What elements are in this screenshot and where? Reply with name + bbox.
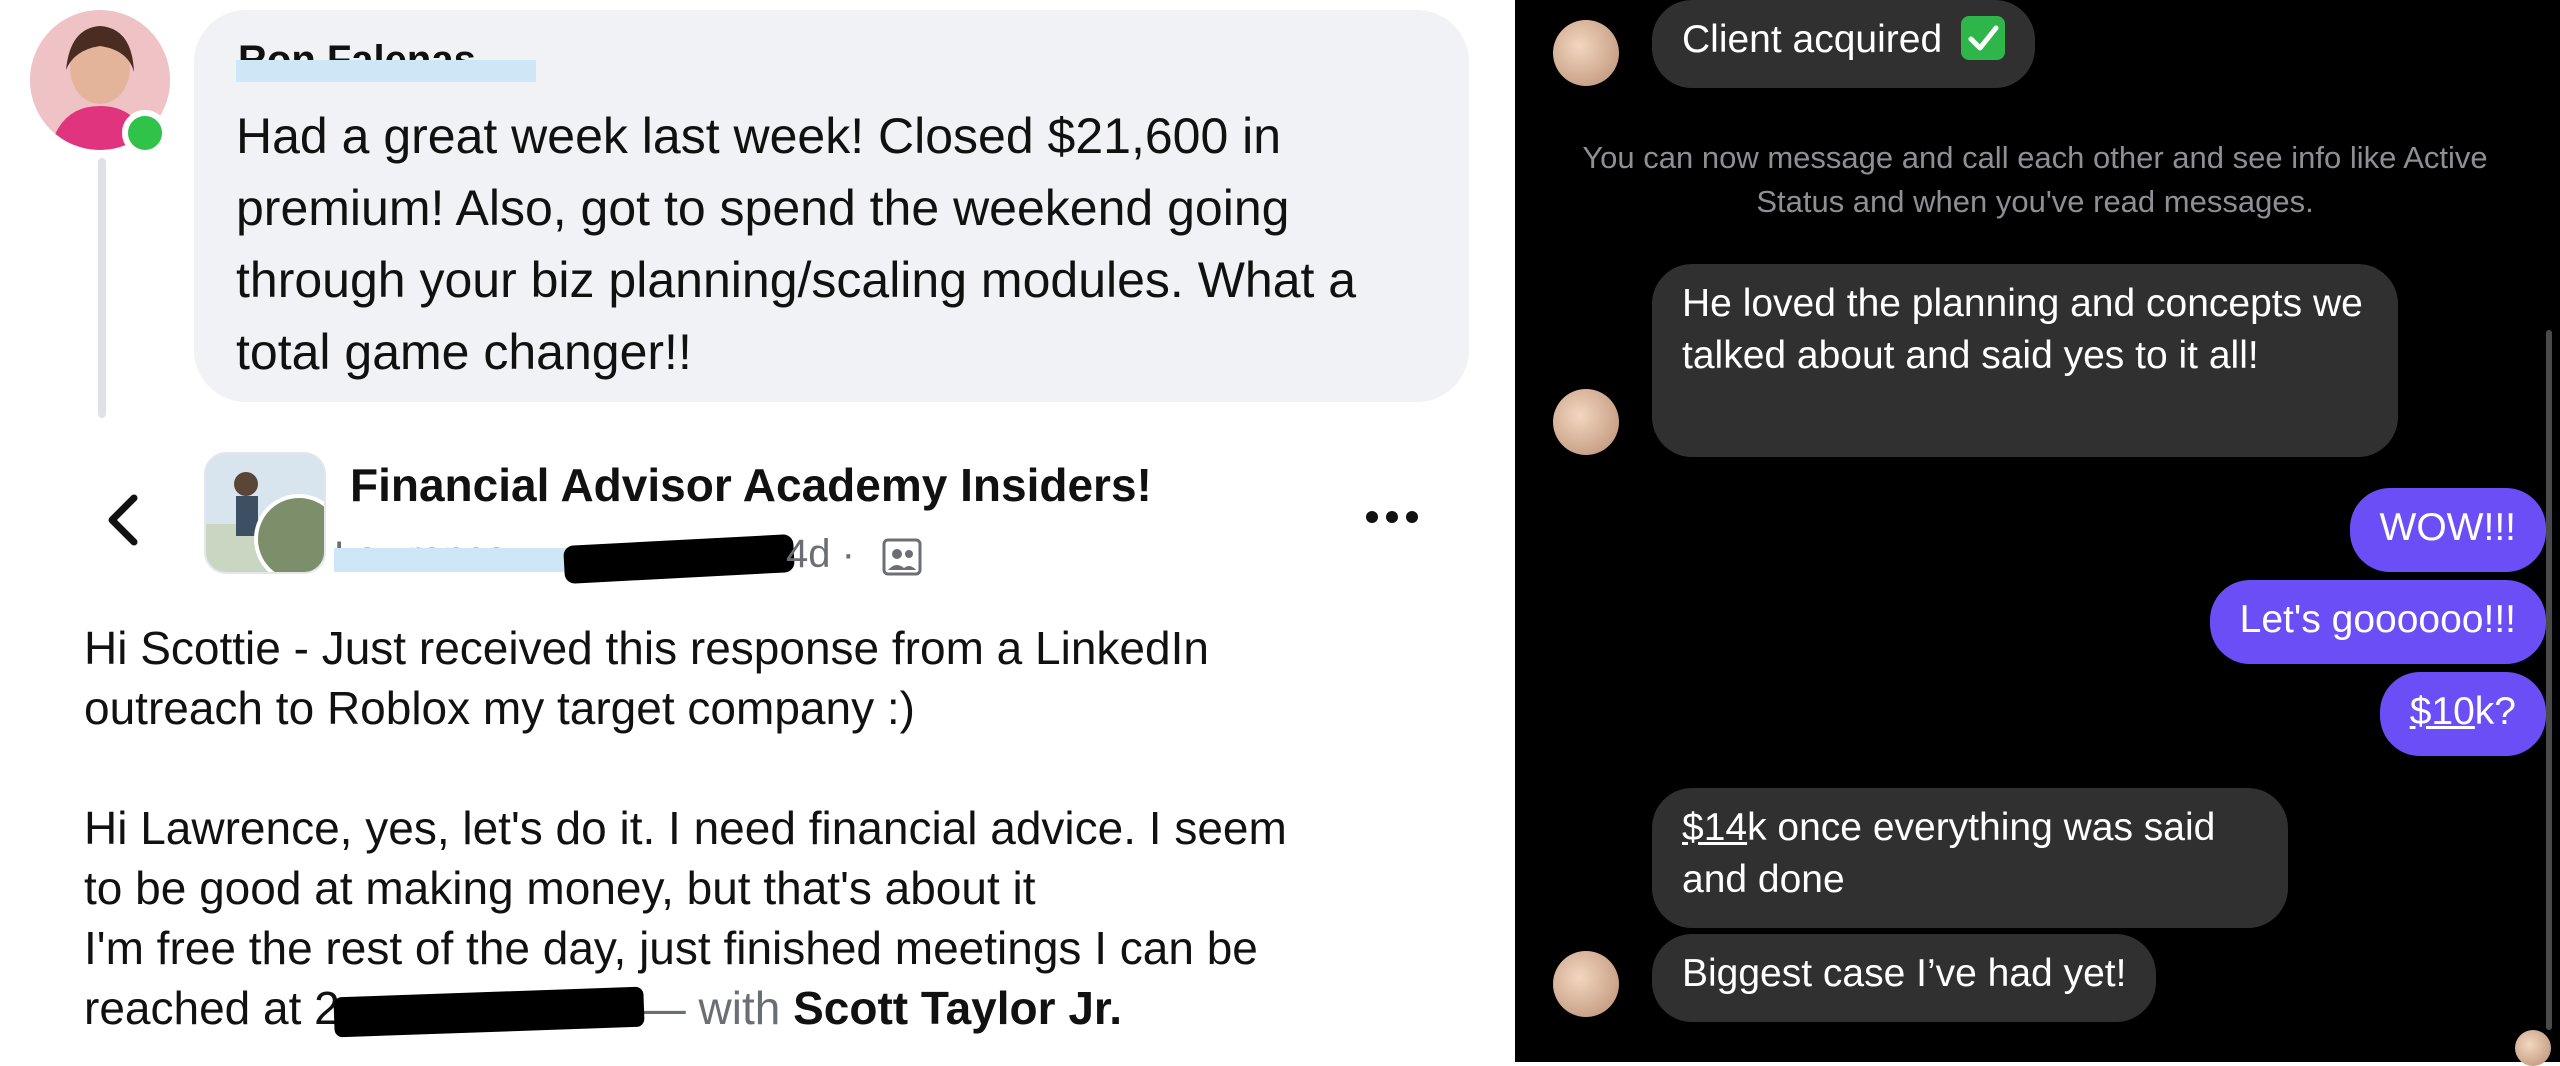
post-meta: Lawrence 4d · [334,528,974,584]
post-line-last: reached at 2 — with Scott Taylor Jr. [84,978,1484,1038]
group-name[interactable]: Financial Advisor Academy Insiders! [350,458,1152,512]
back-arrow-icon[interactable] [96,492,152,548]
message-bubble-outgoing[interactable]: Let's goooooo!!! [2209,580,2546,664]
post-line: outreach to Roblox my target company :) [84,682,915,734]
system-notice: You can now message and call each other … [1582,140,2488,219]
more-options-icon[interactable] [1362,506,1422,528]
message-text: Biggest case I’ve had yet! [1682,952,2127,995]
online-status-icon [122,110,168,156]
tagged-user[interactable]: Scott Taylor Jr. [793,982,1122,1034]
post-line: to be good at making money, but that's a… [84,862,1036,914]
with-text: — with [639,982,781,1034]
redaction-scribble [333,986,645,1038]
message-text: Let's goooooo!!! [2239,598,2516,641]
comment-bubble: Ron Falenas Had a great week last week! … [194,10,1469,402]
post-time[interactable]: 4d · [786,532,855,577]
message-text: He loved the planning and concepts we ta… [1682,282,2363,377]
contact-avatar[interactable] [1553,20,1619,86]
message-text: WOW!!! [2379,506,2516,549]
post-body: Hi Scottie - Just received this response… [84,618,1484,1038]
amount-link[interactable]: $14 [1682,806,1747,849]
message-bubble-incoming[interactable]: Client acquired [1652,0,2035,88]
contact-avatar[interactable] [1553,389,1619,455]
contact-avatar[interactable] [1553,951,1619,1017]
check-mark-icon [1961,16,2005,60]
message-bubble-incoming[interactable]: He loved the planning and concepts we ta… [1652,264,2398,457]
redaction-scribble [563,534,795,584]
redaction-mark [236,60,536,82]
post-line: Hi Scottie - Just received this response… [84,622,1209,674]
amount-link[interactable]: $10 [2410,690,2475,733]
message-text: Client acquired [1682,18,1943,61]
read-receipt-avatar [2515,1030,2551,1066]
message-bubble-incoming[interactable]: Biggest case I’ve had yet! [1652,934,2157,1022]
message-bubble-outgoing[interactable]: $10k? [2379,672,2546,756]
facebook-panel: Ron Falenas Had a great week last week! … [0,0,1515,1062]
comment-text: Had a great week last week! Closed $21,6… [236,108,1357,380]
message-bubble-outgoing[interactable]: WOW!!! [2349,488,2546,572]
message-text: k once everything was said and done [1682,806,2216,901]
message-bubble-incoming[interactable]: $14k once everything was said and done [1652,788,2288,928]
group-avatar[interactable] [204,452,326,574]
messenger-panel: Client acquired You can now message and … [1515,0,2560,1066]
scrollbar[interactable] [2546,330,2552,1030]
redaction-mark [334,548,574,572]
post-line: I'm free the rest of the day, just finis… [84,922,1258,974]
thread-line [98,158,106,418]
message-text: k? [2474,690,2516,733]
post-line: Hi Lawrence, yes, let's do it. I need fi… [84,802,1287,854]
post-line-prefix: reached at 2 [84,982,340,1034]
group-audience-icon [882,538,922,576]
